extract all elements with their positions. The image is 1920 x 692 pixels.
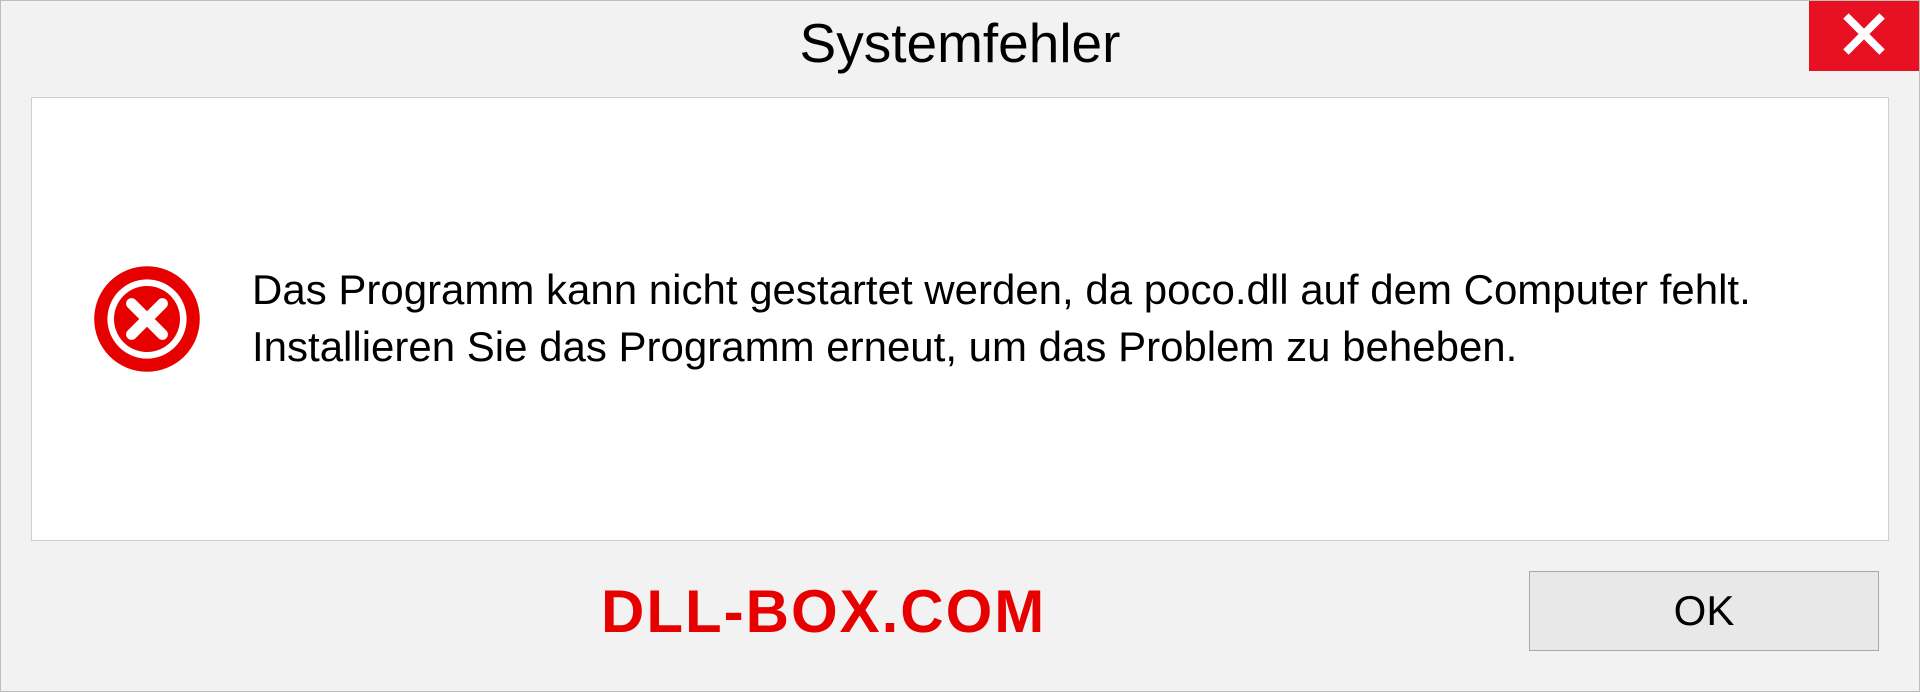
content-panel: Das Programm kann nicht gestartet werden… xyxy=(31,97,1889,541)
error-message: Das Programm kann nicht gestartet werden… xyxy=(252,262,1828,375)
close-button[interactable] xyxy=(1809,1,1919,71)
dialog-title: Systemfehler xyxy=(800,11,1121,75)
error-dialog: Systemfehler Das Programm kann nicht ges… xyxy=(0,0,1920,692)
error-icon xyxy=(92,264,202,374)
titlebar: Systemfehler xyxy=(1,1,1919,91)
close-icon xyxy=(1841,11,1887,62)
watermark-text: DLL-BOX.COM xyxy=(601,577,1046,646)
dialog-footer: DLL-BOX.COM OK xyxy=(1,561,1919,691)
ok-button[interactable]: OK xyxy=(1529,571,1879,651)
